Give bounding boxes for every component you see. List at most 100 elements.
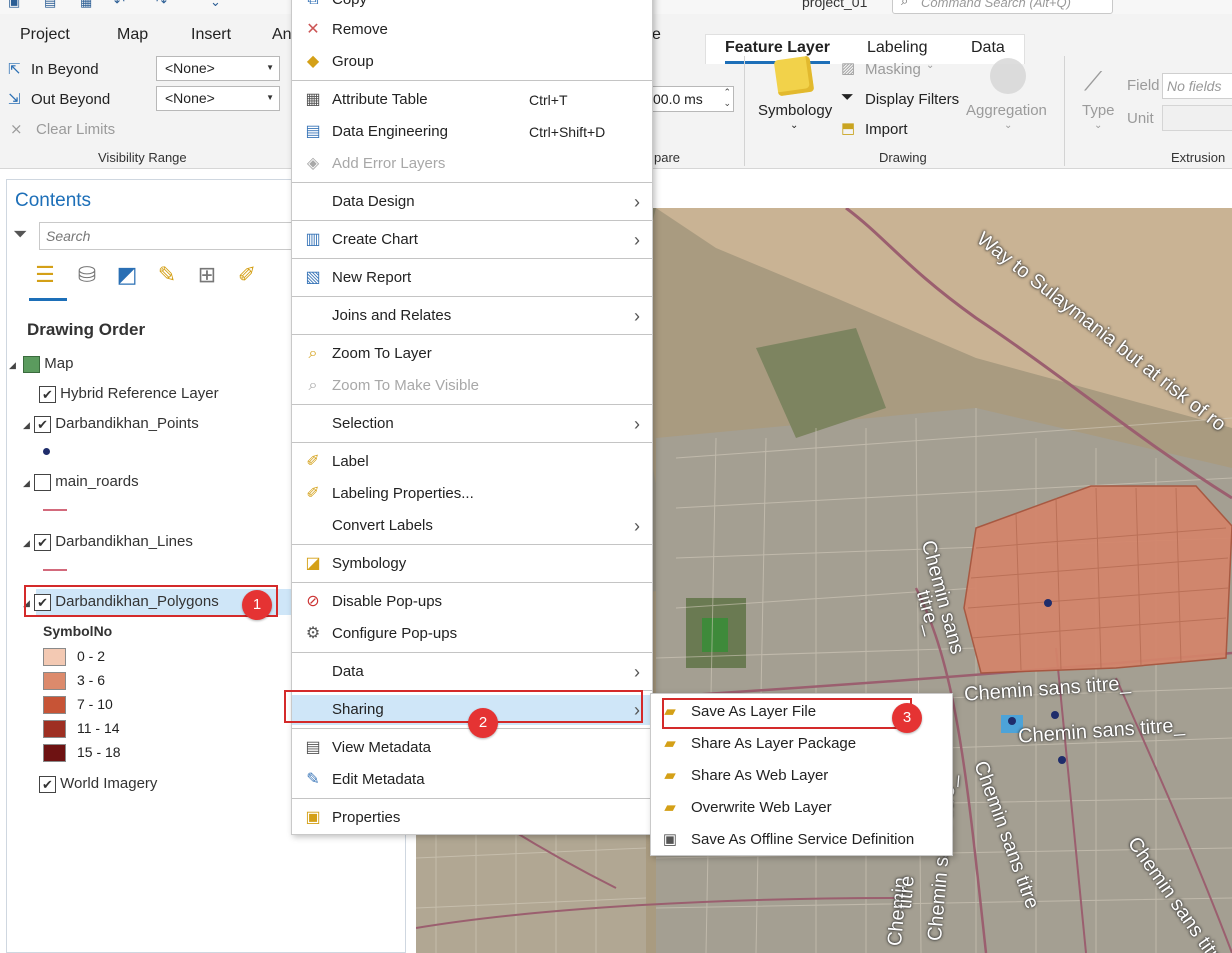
menu-separator	[292, 652, 652, 653]
menu-item-disable-popups[interactable]: ⊘ Disable Pop-ups	[292, 587, 652, 617]
submenu-item-overwrite-web-layer[interactable]: ▰ Overwrite Web Layer	[651, 793, 952, 823]
in-beyond-label[interactable]: In Beyond	[31, 61, 99, 78]
tab-map[interactable]: Map	[117, 26, 148, 44]
field-combo[interactable]: No fields	[1162, 73, 1232, 99]
undo-icon[interactable]: ↶	[114, 0, 125, 10]
tab-data[interactable]: Data	[971, 39, 1005, 57]
open-project-icon[interactable]: ▣	[8, 0, 20, 10]
polygon-feature	[963, 485, 1232, 674]
view-metadata-icon: ▤	[305, 739, 321, 756]
tab-labeling[interactable]: Labeling	[867, 39, 928, 57]
tab-insert[interactable]: Insert	[191, 26, 231, 44]
menu-item-convert-labels[interactable]: Convert Labels ›	[292, 511, 652, 541]
tab-partial[interactable]: e	[652, 26, 661, 44]
list-by-snapping-icon[interactable]: ⊞	[193, 262, 221, 290]
tree-layer-points[interactable]: ◢ ✔ Darbandikhan_Points	[23, 412, 199, 436]
filter-icon[interactable]: ⏷	[13, 224, 27, 245]
new-project-icon[interactable]: ▤	[44, 0, 56, 10]
tab-analysis[interactable]: An	[272, 26, 292, 44]
layer-checkbox[interactable]: ✔	[39, 385, 56, 403]
tab-feature-layer[interactable]: Feature Layer	[725, 39, 830, 57]
line-symbol	[43, 569, 67, 571]
point-feature[interactable]	[1008, 717, 1016, 725]
refresh-interval-field[interactable]: 00.0 ms ⌃ ⌄	[652, 86, 734, 112]
spinner-icon[interactable]: ⌃ ⌄	[723, 87, 731, 109]
submenu-item-share-as-web-layer[interactable]: ▰ Share As Web Layer	[651, 761, 952, 791]
masking-button[interactable]: Masking	[865, 61, 921, 78]
collapse-icon[interactable]: ◢	[9, 360, 16, 370]
menu-item-label[interactable]: ✐ Label	[292, 447, 652, 477]
in-beyond-combo[interactable]: <None> ▼	[156, 56, 280, 81]
menu-item-view-metadata[interactable]: ▤ View Metadata	[292, 733, 652, 763]
legend-swatch	[43, 744, 66, 762]
out-beyond-label[interactable]: Out Beyond	[31, 91, 110, 108]
tree-layer-hybrid[interactable]: ✔ Hybrid Reference Layer	[39, 382, 219, 406]
tab-project[interactable]: Project	[20, 26, 70, 44]
list-by-source-icon[interactable]: ⛁	[73, 262, 101, 290]
point-feature[interactable]	[1058, 756, 1066, 764]
menu-item-edit-metadata[interactable]: ✎ Edit Metadata	[292, 765, 652, 795]
tree-layer-main-roads[interactable]: ◢ main_roards	[23, 470, 139, 494]
submenu-item-save-offline-service-definition[interactable]: ▣ Save As Offline Service Definition	[651, 825, 952, 855]
menu-item-configure-popups[interactable]: ⚙ Configure Pop-ups	[292, 619, 652, 649]
symbology-icon[interactable]	[773, 55, 815, 97]
menu-item-data[interactable]: Data ›	[292, 657, 652, 687]
menu-item-symbology[interactable]: ◪ Symbology	[292, 549, 652, 579]
menu-item-data-engineering[interactable]: ▤ Data Engineering Ctrl+Shift+D	[292, 117, 652, 147]
callout-badge-3: 3	[892, 703, 922, 733]
tree-layer-world-imagery[interactable]: ✔ World Imagery	[39, 772, 157, 796]
contents-search-input[interactable]: Search	[39, 222, 299, 250]
out-beyond-combo[interactable]: <None> ▼	[156, 86, 280, 111]
menu-item-copy[interactable]: ⧉Copy	[292, 0, 652, 15]
extrusion-type-button[interactable]: Type	[1082, 102, 1115, 119]
menu-separator	[292, 544, 652, 545]
group-icon: ◆	[306, 53, 320, 70]
point-feature[interactable]	[1051, 711, 1059, 719]
layer-checkbox[interactable]: ✔	[34, 415, 52, 433]
zoom-layer-icon: ⌕	[308, 345, 318, 362]
extrusion-group-label: Extrusion	[1171, 150, 1226, 165]
menu-item-group[interactable]: ◆ Group	[292, 47, 652, 77]
aggregation-button[interactable]: Aggregation	[966, 102, 1047, 119]
symbology-button[interactable]: Symbology	[758, 102, 832, 119]
list-by-drawing-order-icon[interactable]: ☰	[31, 262, 59, 290]
submenu-item-share-as-layer-package[interactable]: ▰ Share As Layer Package	[651, 729, 952, 759]
search-icon: ⌕	[901, 0, 909, 8]
menu-item-selection[interactable]: Selection ›	[292, 409, 652, 439]
layer-checkbox[interactable]	[34, 473, 52, 491]
menu-item-remove[interactable]: ✕ Remove	[292, 15, 652, 45]
menu-item-create-chart[interactable]: ▥ Create Chart ›	[292, 225, 652, 255]
redo-icon[interactable]: ↷	[156, 0, 167, 10]
menu-item-zoom-to-make-visible[interactable]: ⌕ Zoom To Make Visible	[292, 371, 652, 401]
save-icon[interactable]: ▦	[80, 0, 92, 10]
import-button[interactable]: Import	[865, 121, 908, 138]
list-by-selection-icon[interactable]: ◩	[113, 262, 141, 290]
menu-item-zoom-to-layer[interactable]: ⌕ Zoom To Layer	[292, 339, 652, 369]
clear-limits-button[interactable]: Clear Limits	[36, 121, 115, 138]
display-filters-button[interactable]: Display Filters	[865, 91, 959, 108]
collapse-icon[interactable]: ◢	[23, 420, 30, 430]
unit-combo[interactable]	[1162, 105, 1232, 131]
menu-item-add-error-layers[interactable]: ◈ Add Error Layers	[292, 149, 652, 179]
point-feature[interactable]	[1044, 599, 1052, 607]
web-layer-icon: ▰	[664, 767, 676, 784]
tree-layer-lines[interactable]: ◢ ✔ Darbandikhan_Lines	[23, 530, 193, 554]
menu-item-new-report[interactable]: ▧ New Report	[292, 263, 652, 293]
layer-checkbox[interactable]: ✔	[39, 775, 56, 793]
menu-item-properties[interactable]: ▣ Properties	[292, 803, 652, 833]
command-search-input[interactable]: ⌕ Command Search (Alt+Q)	[892, 0, 1113, 14]
menu-item-data-design[interactable]: Data Design ›	[292, 187, 652, 217]
collapse-icon[interactable]: ◢	[23, 478, 30, 488]
layer-checkbox[interactable]: ✔	[34, 533, 52, 551]
list-by-labeling-icon[interactable]: ✐	[233, 262, 261, 290]
menu-item-attribute-table[interactable]: ▦ Attribute Table Ctrl+T	[292, 85, 652, 115]
configure-popups-icon: ⚙	[305, 625, 321, 642]
tree-map[interactable]: ◢ Map	[9, 352, 73, 376]
collapse-icon[interactable]: ◢	[23, 538, 30, 548]
menu-item-joins-relates[interactable]: Joins and Relates ›	[292, 301, 652, 331]
chevron-down-icon[interactable]: ⌄	[790, 120, 798, 131]
customize-icon[interactable]: ⌄	[210, 0, 221, 10]
table-icon: ▦	[305, 91, 321, 108]
menu-item-labeling-properties[interactable]: ✐ Labeling Properties...	[292, 479, 652, 509]
list-by-editing-icon[interactable]: ✎	[153, 262, 181, 290]
